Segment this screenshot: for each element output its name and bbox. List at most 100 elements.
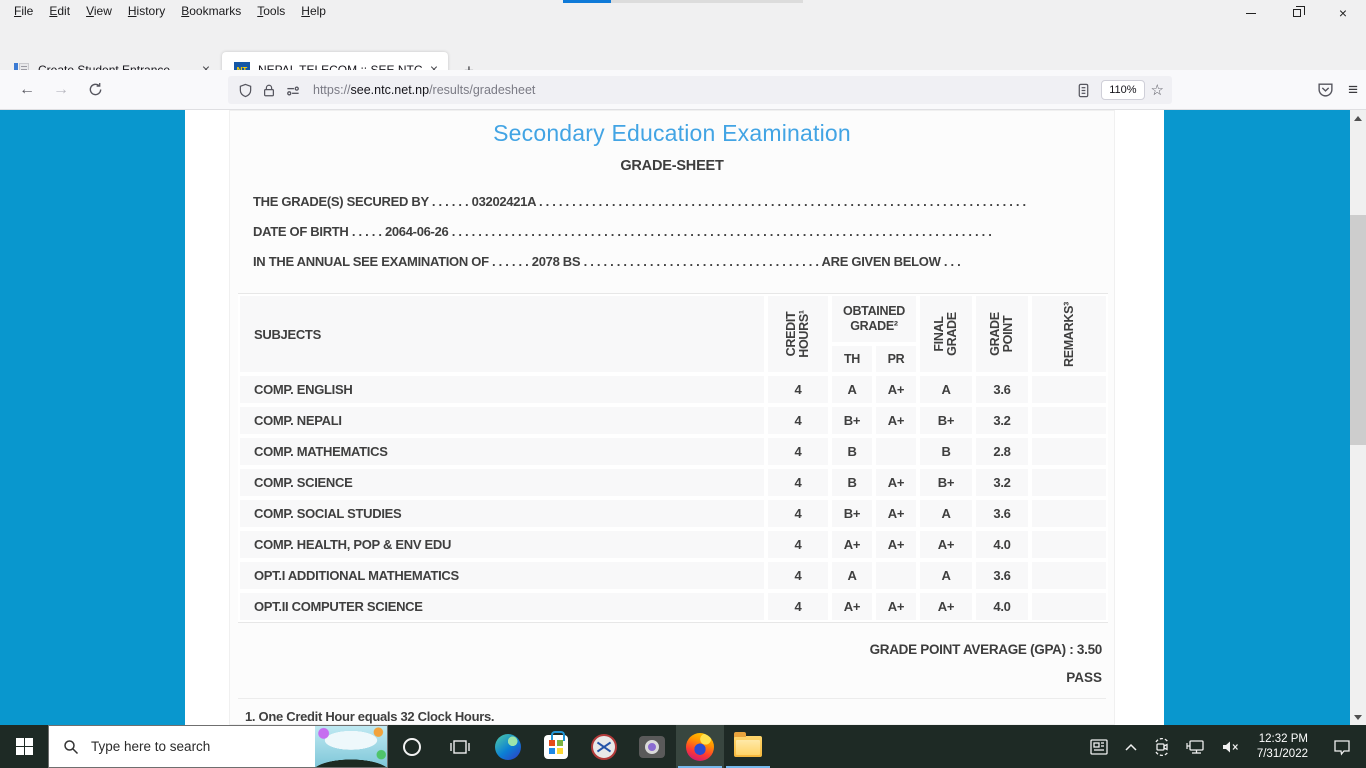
remarks-cell (1030, 374, 1108, 405)
credit-cell: 4 (766, 498, 830, 529)
subject-cell: COMP. SCIENCE (238, 467, 766, 498)
navigation-toolbar: ← → https://see.ntc.net.np/results/grade… (0, 70, 1366, 110)
grade-point-cell: 4.0 (974, 529, 1030, 560)
column-header-credit-hours: CREDIT HOURS¹ (766, 294, 830, 374)
grades-secured-by-line: THE GRADE(S) SECURED BY . . . . . . 0320… (253, 194, 1026, 209)
final-grade-cell: B+ (918, 405, 974, 436)
hidden-icons-button[interactable] (1117, 725, 1145, 768)
grades-table: SUBJECTS CREDIT HOURS¹ OBTAINED GRADE² FI… (238, 293, 1108, 623)
meet-now-icon (1155, 737, 1169, 756)
menu-view[interactable]: View (78, 1, 120, 21)
grade-point-cell: 3.2 (974, 467, 1030, 498)
action-center-button[interactable] (1318, 725, 1366, 768)
vertical-scrollbar[interactable] (1350, 110, 1366, 725)
lock-icon[interactable] (262, 83, 276, 98)
app-menu-icon[interactable]: ≡ (1348, 80, 1358, 100)
scroll-up-arrow[interactable] (1350, 110, 1366, 126)
tracking-shield-icon[interactable] (238, 83, 253, 98)
menu-tools[interactable]: Tools (249, 1, 293, 21)
column-header-th: TH (830, 344, 874, 374)
table-row: COMP. SOCIAL STUDIES 4 B+ A+ A 3.6 (238, 498, 1108, 529)
snipping-tool-icon (591, 733, 617, 760)
th-grade-cell: A (830, 374, 874, 405)
table-row: COMP. MATHEMATICS 4 B B 2.8 (238, 436, 1108, 467)
pr-grade-cell: A+ (874, 467, 918, 498)
reader-mode-icon[interactable] (1076, 83, 1091, 98)
gpa-line: GRADE POINT AVERAGE (GPA) : 3.50 (869, 642, 1103, 657)
th-grade-cell: A+ (830, 591, 874, 622)
url-text[interactable]: https://see.ntc.net.np/results/gradeshee… (313, 83, 1076, 97)
grade-point-cell: 3.6 (974, 560, 1030, 591)
volume-button[interactable] (1213, 725, 1247, 768)
time-label: 12:32 PM (1258, 732, 1308, 745)
news-and-interests-button[interactable] (1081, 725, 1117, 768)
volume-muted-icon (1222, 741, 1238, 752)
grade-point-cell: 3.6 (974, 498, 1030, 529)
snipping-tool-button[interactable] (580, 725, 628, 768)
search-highlights-art[interactable] (315, 726, 387, 767)
th-grade-cell: B+ (830, 498, 874, 529)
search-placeholder: Type here to search (91, 739, 211, 754)
column-header-obtained-grade: OBTAINED GRADE² (830, 294, 918, 344)
firefox-taskbar-button[interactable] (676, 725, 724, 768)
bookmark-star-icon[interactable]: ☆ (1151, 81, 1164, 99)
remarks-cell (1030, 467, 1108, 498)
final-grade-cell: A (918, 498, 974, 529)
final-grade-cell: B+ (918, 467, 974, 498)
page-load-progress-fill (563, 0, 611, 3)
forward-button[interactable]: → (44, 75, 78, 105)
pr-grade-cell: A+ (874, 498, 918, 529)
close-icon: × (1338, 5, 1348, 21)
permissions-icon[interactable] (285, 83, 301, 98)
grade-point-cell: 2.8 (974, 436, 1030, 467)
file-explorer-button[interactable] (724, 725, 772, 768)
start-button[interactable] (0, 725, 48, 768)
cortana-button[interactable] (388, 725, 436, 768)
ethernet-icon (1186, 739, 1204, 754)
menu-history[interactable]: History (120, 1, 173, 21)
camera-button[interactable] (628, 725, 676, 768)
reload-button[interactable] (78, 75, 112, 105)
microsoft-store-button[interactable] (532, 725, 580, 768)
minimize-icon (1246, 12, 1256, 14)
gradesheet-heading: GRADE-SHEET (620, 158, 724, 174)
column-header-final-grade: FINAL GRADE (918, 294, 974, 374)
column-header-remarks: REMARKS³ (1030, 294, 1108, 374)
taskbar-clock[interactable]: 12:32 PM 7/31/2022 (1247, 732, 1318, 762)
menu-bookmarks[interactable]: Bookmarks (173, 1, 249, 21)
zoom-level-button[interactable]: 110% (1101, 80, 1145, 100)
meet-now-button[interactable] (1145, 725, 1179, 768)
menu-file[interactable]: File (6, 1, 41, 21)
table-row: OPT.I ADDITIONAL MATHEMATICS 4 A A 3.6 (238, 560, 1108, 591)
network-button[interactable] (1179, 725, 1213, 768)
search-icon (64, 739, 79, 754)
back-button[interactable]: ← (10, 75, 44, 105)
th-grade-cell: A (830, 560, 874, 591)
credit-cell: 4 (766, 374, 830, 405)
table-row: COMP. NEPALI 4 B+ A+ B+ 3.2 (238, 405, 1108, 436)
gradesheet-panel: Secondary Education Examination GRADE-SH… (229, 110, 1115, 725)
final-grade-cell: A+ (918, 529, 974, 560)
remarks-cell (1030, 529, 1108, 560)
restore-icon (1293, 6, 1305, 17)
edge-button[interactable] (484, 725, 532, 768)
menu-help[interactable]: Help (293, 1, 334, 21)
table-row: COMP. SCIENCE 4 B A+ B+ 3.2 (238, 467, 1108, 498)
remarks-cell (1030, 560, 1108, 591)
firefox-icon (686, 732, 714, 761)
scrollbar-thumb[interactable] (1350, 215, 1366, 445)
taskbar-search[interactable]: Type here to search (48, 725, 388, 768)
remarks-cell (1030, 498, 1108, 529)
menu-edit[interactable]: Edit (41, 1, 78, 21)
pocket-icon[interactable] (1317, 81, 1334, 98)
scroll-down-arrow[interactable] (1350, 709, 1366, 725)
subject-cell: OPT.I ADDITIONAL MATHEMATICS (238, 560, 766, 591)
result-status: PASS (1066, 670, 1102, 685)
student-info: THE GRADE(S) SECURED BY . . . . . . 0320… (253, 187, 1106, 277)
th-grade-cell: B (830, 436, 874, 467)
title-bar: File Edit View History Bookmarks Tools H… (0, 0, 1366, 22)
url-bar[interactable]: https://see.ntc.net.np/results/gradeshee… (228, 76, 1172, 104)
pr-grade-cell: A+ (874, 591, 918, 622)
subject-cell: COMP. SOCIAL STUDIES (238, 498, 766, 529)
task-view-button[interactable] (436, 725, 484, 768)
